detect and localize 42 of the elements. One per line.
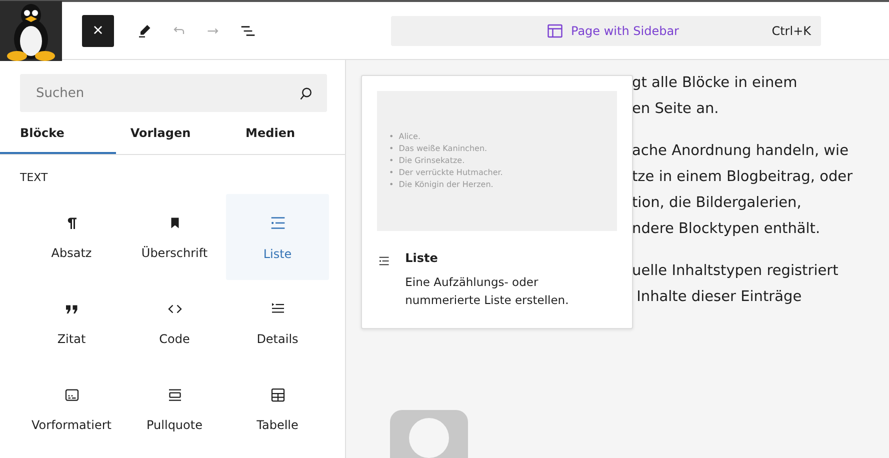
text-line: tion, die Bildergalerien, xyxy=(632,194,802,213)
bullet-mark: • xyxy=(389,179,394,191)
preview-description: Eine Aufzählungs- oder nummerierte Liste erstellen. xyxy=(405,274,570,309)
category-heading: TEXT xyxy=(20,171,49,184)
preview-list-item: Die Königin der Herzen. xyxy=(398,179,494,191)
block-item[interactable]: Pullquote xyxy=(123,366,226,452)
text-line: uelle Inhaltstypen registriert xyxy=(632,262,840,281)
template-title: Page with Sidebar xyxy=(571,24,679,38)
text-line: en Seite an. xyxy=(632,100,720,119)
command-bar[interactable]: Page with Sidebar Ctrl+K xyxy=(391,16,821,46)
tab[interactable]: Medien xyxy=(205,114,346,154)
text-line: gt alle Blöcke in einem xyxy=(632,74,798,93)
block-item[interactable]: Tabelle xyxy=(226,366,329,452)
preview-list-item: Der verrückte Hutmacher. xyxy=(398,167,503,179)
block-item[interactable]: Absatz xyxy=(20,194,123,280)
text-line: ache Anordnung handeln, wie xyxy=(632,142,850,161)
penguin-logo[interactable] xyxy=(0,0,62,60)
preview-list-item: Das weiße Kaninchen. xyxy=(398,143,488,155)
close-button[interactable]: × xyxy=(82,14,114,46)
bullet-mark: • xyxy=(389,167,394,179)
text-line: Inhalte dieser Einträge xyxy=(636,288,803,307)
table-icon xyxy=(268,386,286,404)
block-item[interactable]: Code xyxy=(123,280,226,366)
block-item[interactable]: Liste xyxy=(226,194,329,280)
preformatted-icon xyxy=(62,386,80,404)
block-item[interactable]: Details xyxy=(226,280,329,366)
block-item[interactable]: Vorformatiert xyxy=(20,366,123,452)
bullet-mark: • xyxy=(389,131,394,143)
tab[interactable]: Vorlagen xyxy=(116,114,206,154)
tab[interactable]: Blöcke xyxy=(0,114,116,154)
block-item[interactable]: Überschrift xyxy=(123,194,226,280)
bullet-mark: • xyxy=(389,143,394,155)
text-line: tze in einem Blogbeitrag, oder xyxy=(632,168,854,187)
layout-icon xyxy=(546,22,564,40)
bullet-mark: • xyxy=(389,155,394,167)
block-item[interactable]: Zitat xyxy=(20,280,123,366)
text-line: ndere Blocktypen enthält. xyxy=(632,220,822,239)
preview-list-item: Die Grinsekatze. xyxy=(398,155,465,167)
search-field[interactable]: Suchen xyxy=(20,74,327,112)
preview-list-item: Alice. xyxy=(398,131,420,143)
shortcut-hint: Ctrl+K xyxy=(772,24,811,38)
preview-title: Liste xyxy=(405,251,439,265)
